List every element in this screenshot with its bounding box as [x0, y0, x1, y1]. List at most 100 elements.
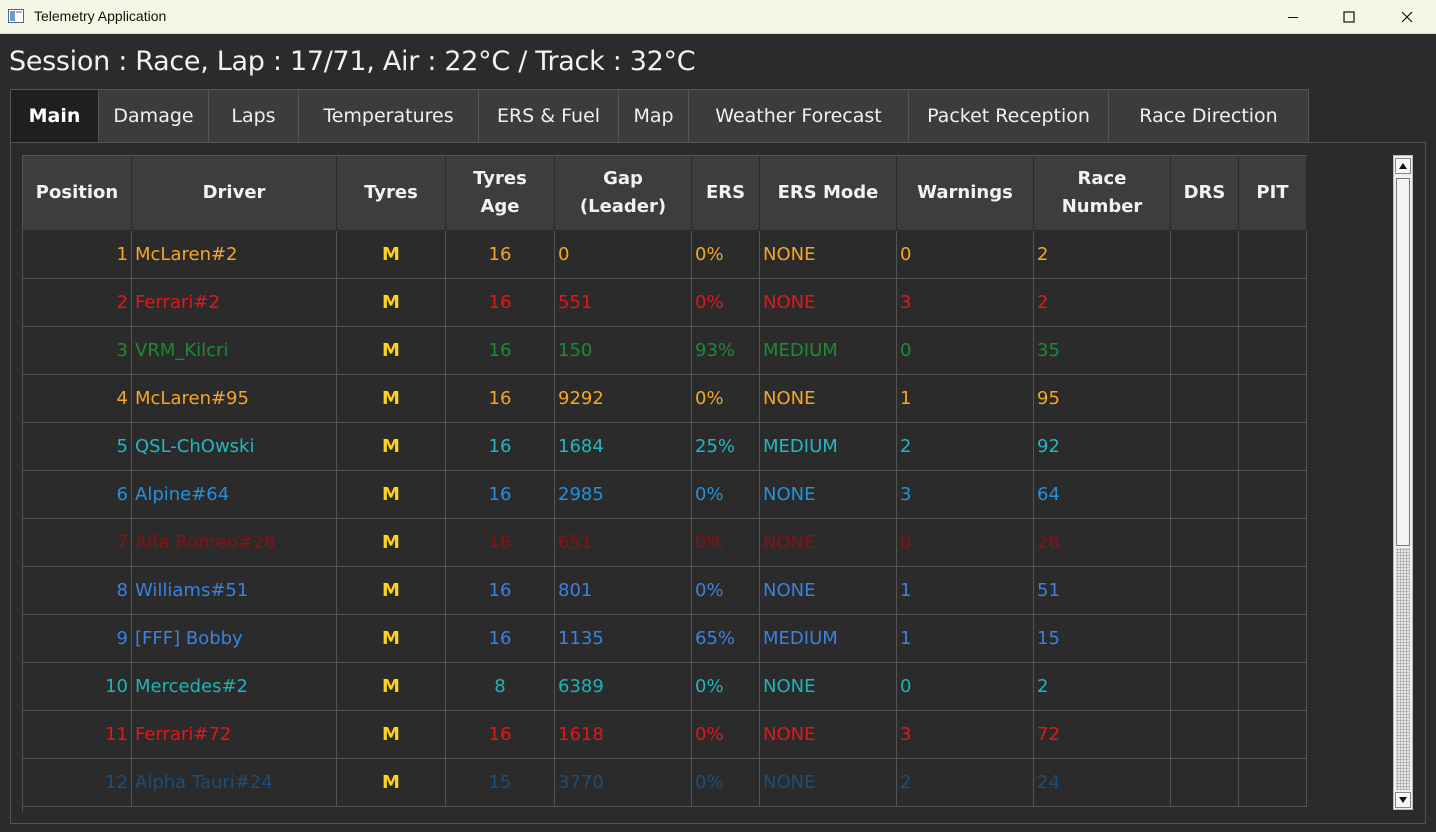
- header-drs[interactable]: DRS: [1171, 156, 1239, 231]
- tab-main[interactable]: Main: [10, 89, 99, 142]
- table-row[interactable]: 4 McLaren#95 M 16 9292 0% NONE 1 95: [23, 375, 1307, 423]
- header-ers[interactable]: ERS: [692, 156, 760, 231]
- cell-tyres: M: [337, 663, 446, 711]
- cell-position: 12: [23, 759, 132, 807]
- cell-warnings: 0: [897, 231, 1034, 279]
- table-row[interactable]: 7 Alfa Romeo#26 M 16 651 0% NONE 0 26: [23, 519, 1307, 567]
- cell-pit: [1239, 615, 1307, 663]
- cell-position: 11: [23, 711, 132, 759]
- cell-ers-mode: NONE: [760, 519, 897, 567]
- tab-packet-reception[interactable]: Packet Reception: [908, 89, 1109, 142]
- table-row[interactable]: 12 Alpha Tauri#24 M 15 3770 0% NONE 2 24: [23, 759, 1307, 807]
- table-row[interactable]: 3 VRM_Kilcri M 16 150 93% MEDIUM 0 35: [23, 327, 1307, 375]
- cell-driver: Williams#51: [132, 567, 337, 615]
- cell-ers: 0%: [692, 759, 760, 807]
- scroll-track[interactable]: [1396, 548, 1410, 790]
- cell-tyres: M: [337, 519, 446, 567]
- cell-gap: 6389: [555, 663, 692, 711]
- tyre-compound: M: [382, 628, 400, 649]
- cell-ers: 0%: [692, 519, 760, 567]
- cell-driver: Alpine#64: [132, 471, 337, 519]
- tab-ers-fuel[interactable]: ERS & Fuel: [478, 89, 619, 142]
- close-icon: [1401, 11, 1413, 22]
- cell-tyres-age: 16: [446, 711, 555, 759]
- cell-driver: Ferrari#72: [132, 711, 337, 759]
- cell-tyres: M: [337, 279, 446, 327]
- cell-pit: [1239, 279, 1307, 327]
- header-position[interactable]: Position: [23, 156, 132, 231]
- cell-ers: 0%: [692, 471, 760, 519]
- cell-pit: [1239, 327, 1307, 375]
- tyre-compound: M: [382, 580, 400, 601]
- table-row[interactable]: 2 Ferrari#2 M 16 551 0% NONE 3 2: [23, 279, 1307, 327]
- cell-gap: 9292: [555, 375, 692, 423]
- tyre-compound: M: [382, 292, 400, 313]
- cell-driver: Mercedes#2: [132, 663, 337, 711]
- cell-driver: McLaren#95: [132, 375, 337, 423]
- scroll-up-button[interactable]: [1395, 158, 1411, 174]
- cell-ers-mode: NONE: [760, 279, 897, 327]
- scroll-down-button[interactable]: [1395, 792, 1411, 808]
- header-gap[interactable]: Gap (Leader): [555, 156, 692, 231]
- table-row[interactable]: 8 Williams#51 M 16 801 0% NONE 1 51: [23, 567, 1307, 615]
- cell-position: 8: [23, 567, 132, 615]
- cell-warnings: 3: [897, 711, 1034, 759]
- cell-warnings: 2: [897, 759, 1034, 807]
- cell-tyres: M: [337, 231, 446, 279]
- header-tyres[interactable]: Tyres: [337, 156, 446, 231]
- header-driver[interactable]: Driver: [132, 156, 337, 231]
- header-ers-mode[interactable]: ERS Mode: [760, 156, 897, 231]
- cell-tyres: M: [337, 375, 446, 423]
- cell-tyres-age: 16: [446, 567, 555, 615]
- cell-pit: [1239, 471, 1307, 519]
- vertical-scrollbar[interactable]: [1393, 155, 1413, 810]
- cell-race-number: 35: [1034, 327, 1171, 375]
- cell-tyres: M: [337, 327, 446, 375]
- table-row[interactable]: 9 [FFF] Bobby M 16 1135 65% MEDIUM 1 15: [23, 615, 1307, 663]
- tyre-compound: M: [382, 388, 400, 409]
- tab-weather-forecast[interactable]: Weather Forecast: [688, 89, 909, 142]
- minimize-button[interactable]: [1264, 0, 1322, 33]
- tab-map[interactable]: Map: [618, 89, 689, 142]
- cell-drs: [1171, 567, 1239, 615]
- table-row[interactable]: 11 Ferrari#72 M 16 1618 0% NONE 3 72: [23, 711, 1307, 759]
- header-race-number[interactable]: Race Number: [1034, 156, 1171, 231]
- cell-driver: Alpha Tauri#24: [132, 759, 337, 807]
- header-tyres-age[interactable]: Tyres Age: [446, 156, 555, 231]
- tyre-compound: M: [382, 676, 400, 697]
- tab-laps[interactable]: Laps: [208, 89, 299, 142]
- cell-ers-mode: NONE: [760, 711, 897, 759]
- maximize-button[interactable]: [1320, 0, 1378, 33]
- cell-drs: [1171, 519, 1239, 567]
- cell-gap: 801: [555, 567, 692, 615]
- tab-temperatures[interactable]: Temperatures: [298, 89, 479, 142]
- table-row[interactable]: 5 QSL-ChOwski M 16 1684 25% MEDIUM 2 92: [23, 423, 1307, 471]
- table-row[interactable]: 6 Alpine#64 M 16 2985 0% NONE 3 64: [23, 471, 1307, 519]
- tab-race-direction[interactable]: Race Direction: [1108, 89, 1309, 142]
- close-button[interactable]: [1378, 0, 1436, 33]
- tab-damage[interactable]: Damage: [98, 89, 209, 142]
- cell-driver: Ferrari#2: [132, 279, 337, 327]
- cell-race-number: 2: [1034, 279, 1171, 327]
- standings-table: Position Driver Tyres Tyres Age Gap (Leader)…: [22, 155, 1307, 812]
- tyre-compound: M: [382, 340, 400, 361]
- cell-ers: 0%: [692, 279, 760, 327]
- header-warnings[interactable]: Warnings: [897, 156, 1034, 231]
- cell-warnings: 2: [897, 423, 1034, 471]
- cell-race-number: 15: [1034, 615, 1171, 663]
- cell-driver: McLaren#2: [132, 231, 337, 279]
- table-row[interactable]: 1 McLaren#2 M 16 0 0% NONE 0 2: [23, 231, 1307, 279]
- scroll-thumb[interactable]: [1396, 178, 1410, 546]
- tyre-compound: M: [382, 772, 400, 793]
- cell-ers-mode: NONE: [760, 231, 897, 279]
- cell-tyres-age: 16: [446, 615, 555, 663]
- cell-gap: 0: [555, 231, 692, 279]
- table-row[interactable]: 10 Mercedes#2 M 8 6389 0% NONE 0 2: [23, 663, 1307, 711]
- minimize-icon: [1288, 16, 1298, 18]
- cell-warnings: 0: [897, 327, 1034, 375]
- cell-driver: Alfa Romeo#26: [132, 519, 337, 567]
- cell-pit: [1239, 231, 1307, 279]
- header-pit[interactable]: PIT: [1239, 156, 1307, 231]
- cell-ers-mode: NONE: [760, 759, 897, 807]
- cell-gap: 1618: [555, 711, 692, 759]
